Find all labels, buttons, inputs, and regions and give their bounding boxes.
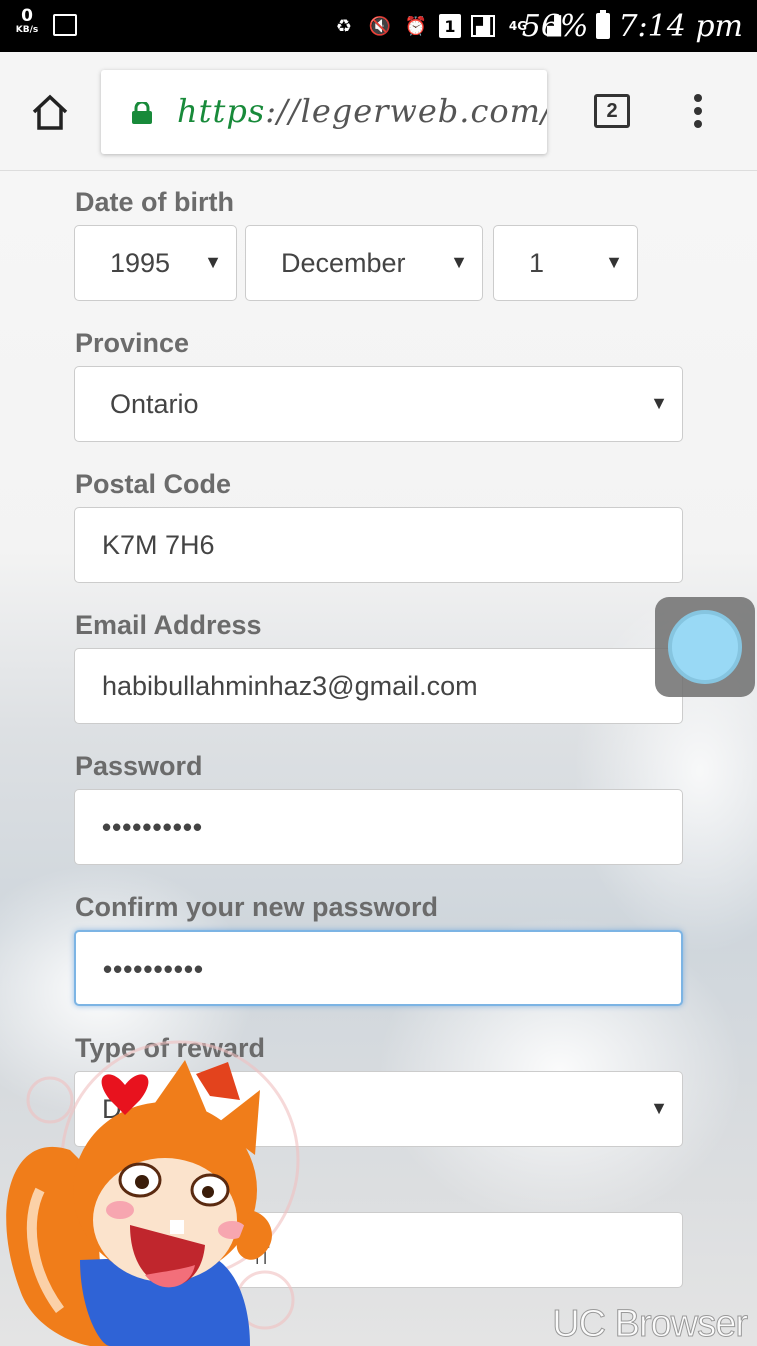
chevron-down-icon: ▼ [450, 252, 468, 272]
postal-code-input[interactable]: K7M 7H6 [74, 507, 683, 583]
dob-day-select[interactable]: 1 ▼ [493, 225, 638, 301]
browser-toolbar: https://legerweb.com/t 2 [0, 52, 757, 171]
network-speed: 0 KB/s [10, 8, 44, 35]
clock: 7:14 pm [618, 8, 743, 44]
status-bar: 0 KB/s ♻ 🔇 ⏰ 1 ▟ 4G ▟ 56% 7:14 pm [0, 0, 757, 52]
province-label: Province [75, 328, 190, 358]
dob-month-select[interactable]: December ▼ [245, 225, 483, 301]
floating-assist-button[interactable] [655, 597, 755, 697]
email-value: habibullahminhaz3@gmail.com [102, 671, 478, 701]
assist-dot-icon [668, 610, 742, 684]
status-right: 56% 7:14 pm [522, 8, 743, 44]
alarm-icon: ⏰ [404, 15, 428, 37]
signal-icon: ▟ [471, 15, 495, 37]
address-bar[interactable]: https://legerweb.com/t [101, 70, 547, 154]
gallery-icon [53, 14, 77, 36]
chevron-down-icon: ▼ [204, 252, 222, 272]
url-path: ://legerweb.com/t [265, 92, 547, 130]
chevron-down-icon: ▼ [605, 252, 623, 272]
tab-switcher-button[interactable]: 2 [594, 94, 630, 128]
password-label: Password [75, 751, 203, 781]
url-scheme: https [177, 92, 266, 130]
confirm-password-input[interactable]: •••••••••• [74, 930, 683, 1006]
battery-percent: 56% [521, 8, 589, 44]
uc-browser-watermark: UC Browser [552, 1303, 749, 1346]
password-input[interactable]: •••••••••• [74, 789, 683, 865]
chevron-down-icon: ▼ [650, 1098, 668, 1118]
confirm-password-label: Confirm your new password [75, 892, 439, 922]
uc-squirrel-mascot-icon[interactable] [0, 1040, 300, 1346]
email-input[interactable]: habibullahminhaz3@gmail.com [74, 648, 683, 724]
chevron-down-icon: ▼ [650, 393, 668, 413]
password-value: •••••••••• [102, 812, 204, 842]
dob-label: Date of birth [75, 187, 234, 217]
home-icon[interactable] [30, 92, 70, 132]
lock-icon [132, 102, 152, 124]
postal-code-value: K7M 7H6 [102, 530, 215, 560]
province-select[interactable]: Ontario ▼ [74, 366, 683, 442]
dob-year-select[interactable]: 1995 ▼ [74, 225, 237, 301]
postal-code-label: Postal Code [75, 469, 232, 499]
email-label: Email Address [75, 610, 262, 640]
recycle-icon: ♻ [335, 15, 353, 37]
battery-icon [596, 10, 611, 39]
url-text: https://legerweb.com/t [177, 92, 547, 130]
overflow-menu-icon[interactable] [692, 94, 704, 134]
mute-icon: 🔇 [368, 15, 392, 37]
province-value: Ontario [110, 389, 199, 419]
dob-year-value: 1995 [110, 248, 171, 278]
dob-day-value: 1 [529, 248, 545, 278]
network-speed-unit: KB/s [15, 25, 39, 35]
dob-month-value: December [281, 248, 406, 278]
confirm-password-value: •••••••••• [103, 954, 205, 984]
network-speed-value: 0 [21, 6, 33, 26]
sim-indicator: 1 [439, 14, 461, 38]
